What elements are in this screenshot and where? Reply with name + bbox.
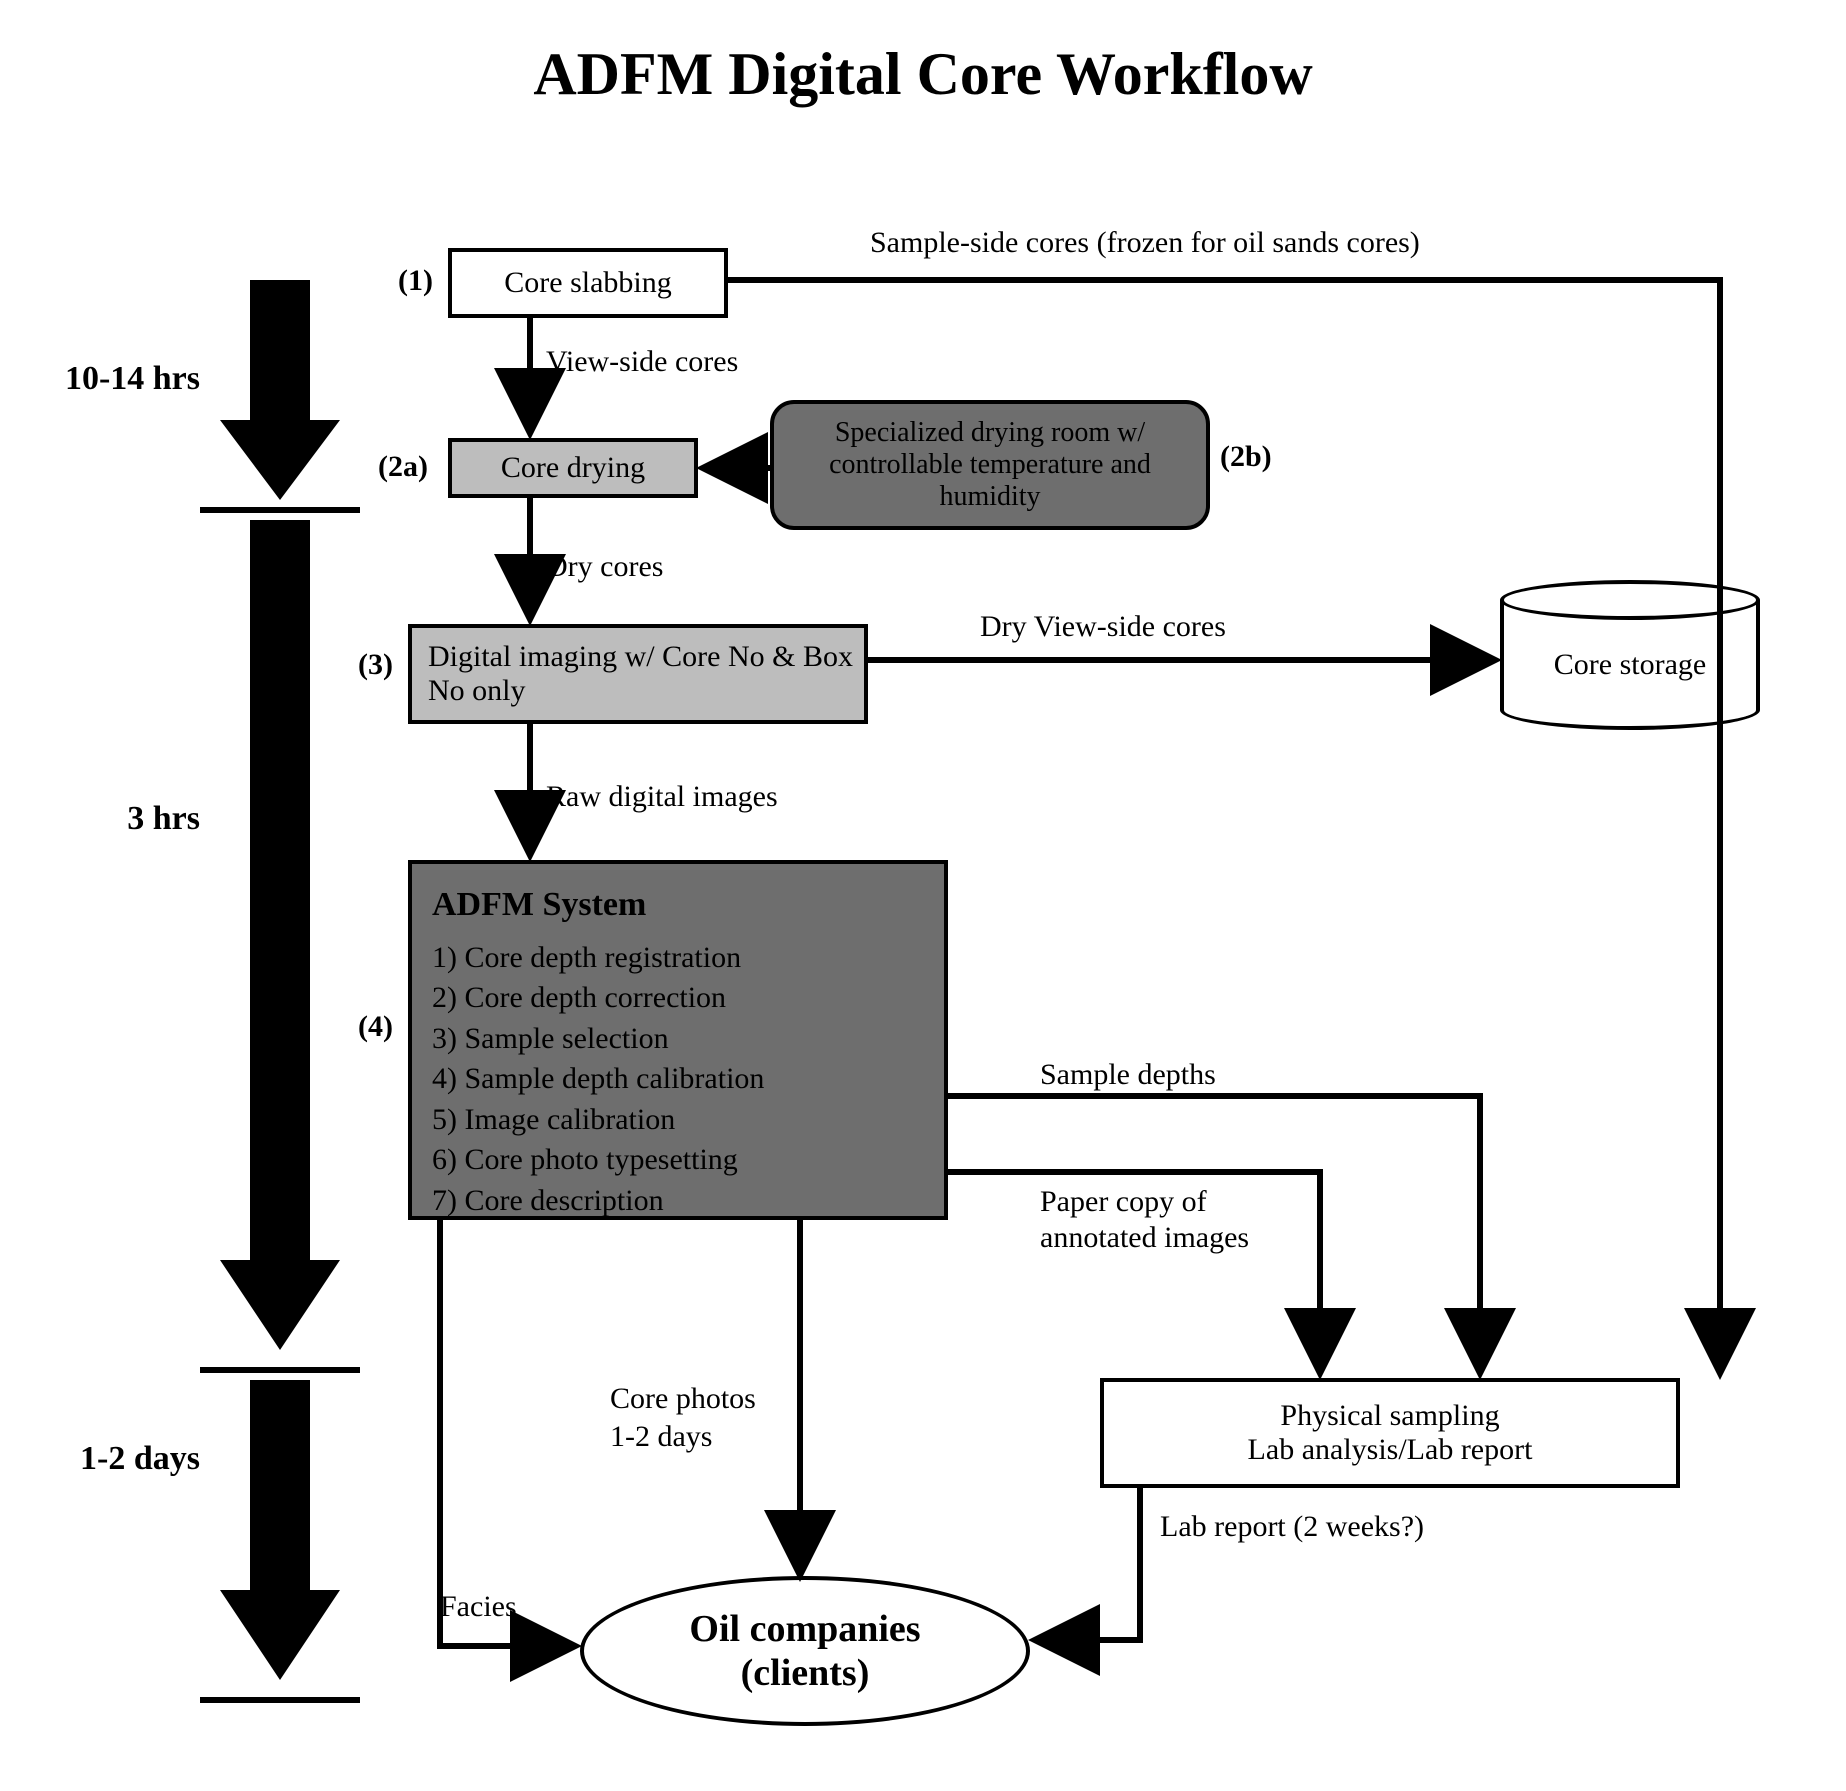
edge-paper-copy: Paper copy of annotated images [1040,1184,1249,1256]
timeline-1: 10-14 hrs [10,360,200,398]
ellipse-oil-companies: Oil companies (clients) [580,1576,1030,1726]
box-drying-room: Specialized drying room w/ controllable … [770,400,1210,530]
edge-core-photos-l2: 1-2 days [610,1418,756,1456]
step-3-number: (3) [358,648,393,682]
box-core-drying-text: Core drying [501,451,645,485]
phys-sampling-line2: Lab analysis/Lab report [1248,1433,1533,1467]
adfm-step-5: 5) Image calibration [432,1100,924,1141]
edge-dry-view-side: Dry View-side cores [980,610,1226,644]
step-4-number: (4) [358,1010,393,1044]
box-core-slabbing: Core slabbing [448,248,728,318]
edge-paper-copy-l2: annotated images [1040,1220,1249,1256]
timeline-2: 3 hrs [10,800,200,838]
box-drying-room-text: Specialized drying room w/ controllable … [780,417,1200,513]
edge-core-photos-l1: Core photos [610,1380,756,1418]
timeline-3: 1-2 days [10,1440,200,1478]
box-adfm-system: ADFM System 1) Core depth registration 2… [408,860,948,1220]
adfm-step-3: 3) Sample selection [432,1019,924,1060]
clients-line1: Oil companies [689,1607,920,1651]
box-core-slabbing-text: Core slabbing [504,266,671,300]
step-1-number: (1) [398,264,433,298]
box-digital-imaging-text: Digital imaging w/ Core No & Box No only [428,640,858,708]
edge-paper-copy-l1: Paper copy of [1040,1184,1249,1220]
edge-facies: Facies [440,1590,517,1624]
edge-sample-side: Sample-side cores (frozen for oil sands … [870,226,1420,260]
adfm-step-7: 7) Core description [432,1181,924,1222]
diagram-title: ADFM Digital Core Workflow [0,40,1846,109]
clients-line2: (clients) [741,1651,870,1695]
cylinder-core-storage: Core storage [1500,580,1760,730]
box-physical-sampling: Physical sampling Lab analysis/Lab repor… [1100,1378,1680,1488]
edge-sample-depths: Sample depths [1040,1058,1216,1092]
step-2b-number: (2b) [1220,440,1272,474]
cylinder-core-storage-text: Core storage [1500,648,1760,682]
box-digital-imaging: Digital imaging w/ Core No & Box No only [408,624,868,724]
edge-lab-report: Lab report (2 weeks?) [1160,1510,1424,1544]
edge-dry-cores: Dry cores [546,550,663,584]
edge-view-side: View-side cores [546,345,738,379]
adfm-step-6: 6) Core photo typesetting [432,1140,924,1181]
adfm-step-4: 4) Sample depth calibration [432,1059,924,1100]
edge-raw-images: Raw digital images [546,780,778,814]
step-2a-number: (2a) [378,450,428,484]
phys-sampling-line1: Physical sampling [1280,1399,1499,1433]
adfm-system-title: ADFM System [432,882,924,928]
adfm-step-1: 1) Core depth registration [432,938,924,979]
box-core-drying: Core drying [448,438,698,498]
edge-core-photos: Core photos 1-2 days [610,1380,756,1455]
adfm-step-2: 2) Core depth correction [432,978,924,1019]
